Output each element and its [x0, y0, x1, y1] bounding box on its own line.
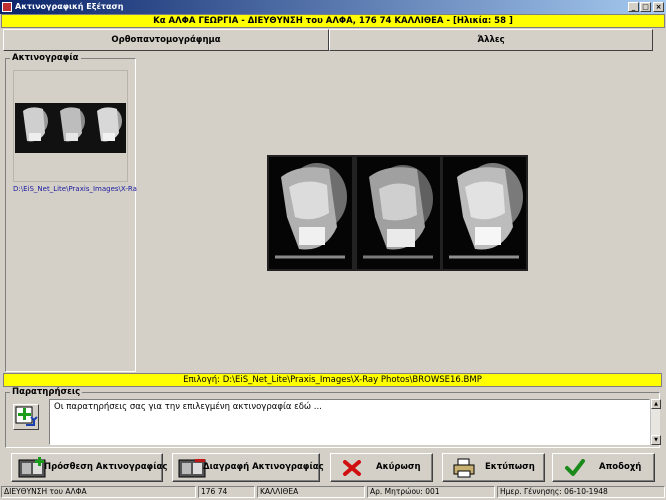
notes-label: Παρατηρήσεις [10, 387, 83, 398]
cancel-button[interactable]: Ακύρωση [330, 453, 433, 482]
delete-xray-label: Διαγραφή Ακτινογραφίας [203, 462, 324, 472]
red-x-icon [343, 460, 361, 476]
xray-thumbnail-image [14, 71, 127, 181]
xray-preview-image [267, 155, 528, 271]
green-check-icon [565, 459, 585, 476]
scroll-down-icon[interactable]: ▼ [651, 435, 661, 445]
accept-label: Αποδοχή [599, 462, 642, 472]
print-label: Εκτύπωση [485, 462, 535, 472]
add-note-icon[interactable] [13, 404, 39, 430]
add-xray-label: Πρόσθεση Ακτινογραφίας [44, 462, 168, 472]
status-city: ΚΑΛΛΙΘΕΑ [257, 486, 365, 498]
app-icon [2, 2, 12, 12]
status-address: ΔΙΕΥΘΥΝΣΗ του ΑΛΦΑ [1, 486, 196, 498]
minimize-button[interactable]: _ [628, 2, 639, 12]
window-title: Ακτινογραφική Εξέταση [15, 2, 124, 11]
maximize-button[interactable]: □ [640, 2, 651, 12]
delete-xray-button[interactable]: Διαγραφή Ακτινογραφίας [172, 453, 324, 482]
tab-others[interactable]: Άλλες [329, 29, 653, 51]
status-postcode: 176 74 [198, 486, 255, 498]
print-button[interactable]: Εκτύπωση [442, 453, 545, 482]
accept-button[interactable]: Αποδοχή [552, 453, 655, 482]
scroll-up-icon[interactable]: ▲ [651, 399, 661, 409]
xray-preview-area [136, 58, 662, 372]
patient-banner: Κα ΑΛΦΑ ΓΕΩΡΓΙΑ - ΔΙΕΥΘΥΝΣΗ του ΑΛΦΑ, 17… [1, 14, 665, 28]
xray-list-label: Ακτινογραφία [10, 53, 81, 64]
close-button[interactable]: × [653, 2, 664, 12]
cancel-label: Ακύρωση [376, 462, 421, 472]
title-bar: Ακτινογραφική Εξέταση _ □ × [0, 0, 666, 14]
xray-path-link[interactable]: D:\EiS_Net_Lite\Praxis_Images\X-Ray Phot… [13, 184, 137, 194]
status-birthdate: Ημερ. Γέννησης: 06-10-1948 [497, 486, 665, 498]
xray-thumbnail[interactable] [13, 70, 128, 182]
status-registry: Αρ. Μητρώου: 001 [367, 486, 495, 498]
notes-field[interactable]: Οι παρατηρήσεις σας για την επιλεγμένη α… [49, 399, 650, 445]
printer-icon [453, 458, 475, 478]
tab-orthopantomogram[interactable]: Ορθοπαντομογράφημα [3, 29, 329, 51]
add-xray-button[interactable]: Πρόσθεση Ακτινογραφίας [11, 453, 167, 482]
notes-scrollbar[interactable]: ▲ ▼ [650, 399, 661, 445]
selection-bar: Επιλογή: D:\EiS_Net_Lite\Praxis_Images\X… [3, 373, 662, 387]
